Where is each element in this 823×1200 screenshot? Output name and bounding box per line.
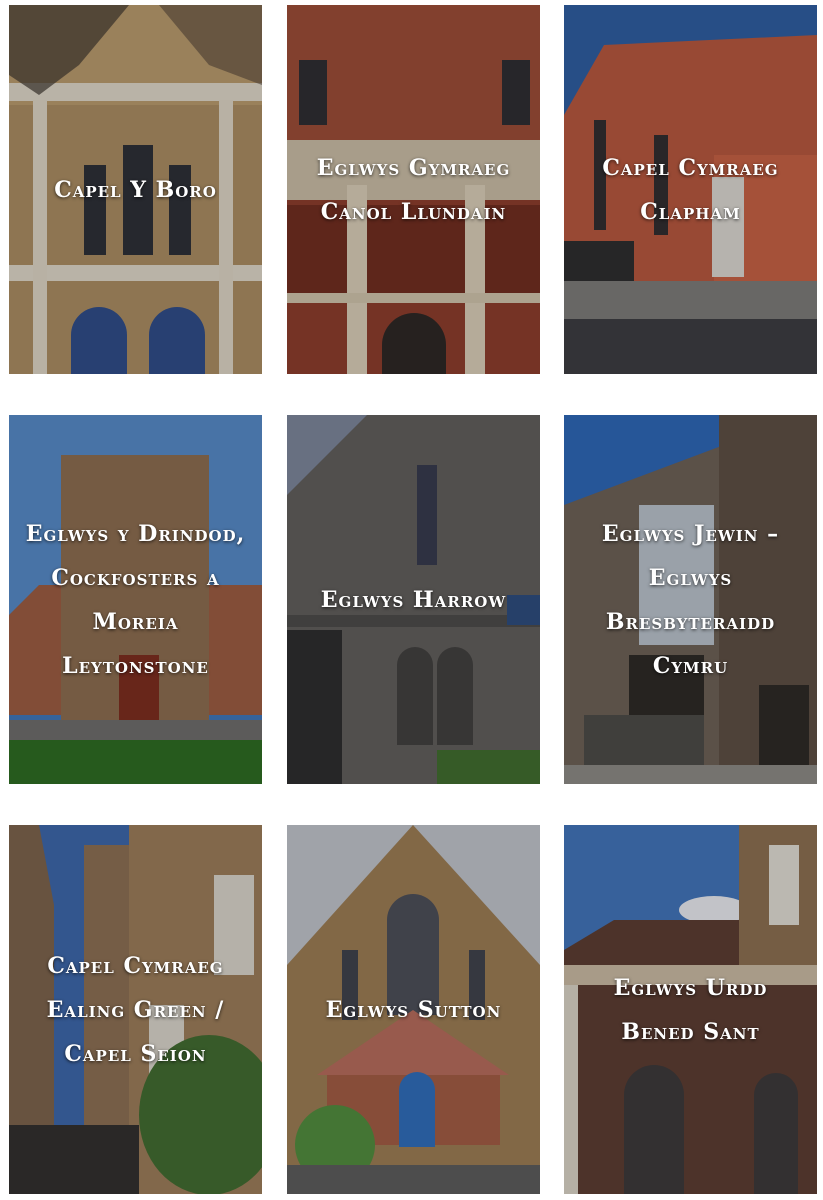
church-card-eglwys-gymraeg-canol-llundain[interactable]: Eglwys Gymraeg Canol Llundain [287, 5, 540, 374]
card-title: Eglwys Gymraeg Canol Llundain [316, 154, 511, 225]
church-card-capel-cymraeg-clapham[interactable]: Capel Cymraeg Clapham [564, 5, 817, 374]
card-title: Eglwys Urdd Bened Sant [613, 974, 768, 1045]
card-title: Capel Cymraeg Ealing Green / Capel Seion [46, 952, 225, 1067]
card-title: Capel Cymraeg Clapham [602, 154, 779, 225]
card-title: Eglwys Harrow [320, 586, 507, 613]
card-title: Eglwys Sutton [325, 996, 502, 1023]
church-card-capel-cymraeg-ealing-green[interactable]: Capel Cymraeg Ealing Green / Capel Seion [9, 825, 262, 1194]
church-card-capel-y-boro[interactable]: Capel Y Boro [9, 5, 262, 374]
church-card-eglwys-sutton[interactable]: Eglwys Sutton [287, 825, 540, 1194]
church-card-eglwys-urdd-bened-sant[interactable]: Eglwys Urdd Bened Sant [564, 825, 817, 1194]
card-title: Eglwys y Drindod, Cockfosters a Moreia L… [25, 520, 246, 679]
church-card-grid: Capel Y Boro Eglwys Gymraeg Canol Llunda… [0, 0, 823, 1200]
church-card-eglwys-jewin[interactable]: Eglwys Jewin – Eglwys Bresbyteraidd Cymr… [564, 415, 817, 784]
church-card-eglwys-harrow[interactable]: Eglwys Harrow [287, 415, 540, 784]
card-title: Capel Y Boro [54, 176, 217, 203]
church-card-eglwys-y-drindod[interactable]: Eglwys y Drindod, Cockfosters a Moreia L… [9, 415, 262, 784]
card-title: Eglwys Jewin – Eglwys Bresbyteraidd Cymr… [601, 520, 780, 679]
